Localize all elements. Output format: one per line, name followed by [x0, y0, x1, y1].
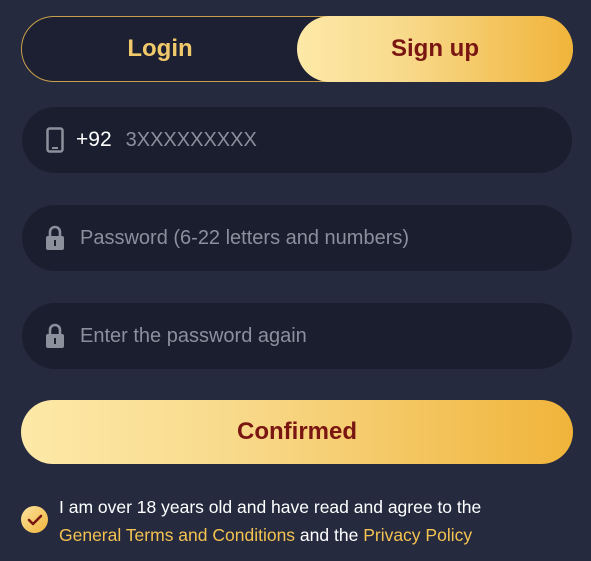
password-input[interactable] [80, 226, 572, 250]
phone-icon [44, 127, 66, 153]
tab-login[interactable]: Login [22, 17, 298, 81]
agreement-statement: I am over 18 years old and have read and… [59, 497, 482, 517]
agreement: I am over 18 years old and have read and… [21, 493, 581, 549]
tab-signup[interactable]: Sign up [297, 16, 573, 82]
phone-input[interactable] [125, 128, 572, 152]
privacy-link[interactable]: Privacy Policy [363, 525, 472, 545]
agreement-connector: and the [295, 525, 364, 545]
country-code[interactable]: +92 [76, 128, 112, 152]
agreement-text: I am over 18 years old and have read and… [59, 493, 481, 549]
lock-icon [44, 323, 66, 349]
auth-tabs: Login Sign up [21, 16, 573, 82]
confirm-password-field [22, 303, 572, 369]
confirm-button[interactable]: Confirmed [21, 400, 573, 464]
confirm-password-input[interactable] [80, 324, 572, 348]
phone-field: +92 [22, 107, 572, 173]
password-field [22, 205, 572, 271]
checkmark-icon [27, 514, 42, 525]
agreement-checkbox[interactable] [21, 506, 48, 533]
terms-link[interactable]: General Terms and Conditions [59, 525, 295, 545]
lock-icon [44, 225, 66, 251]
